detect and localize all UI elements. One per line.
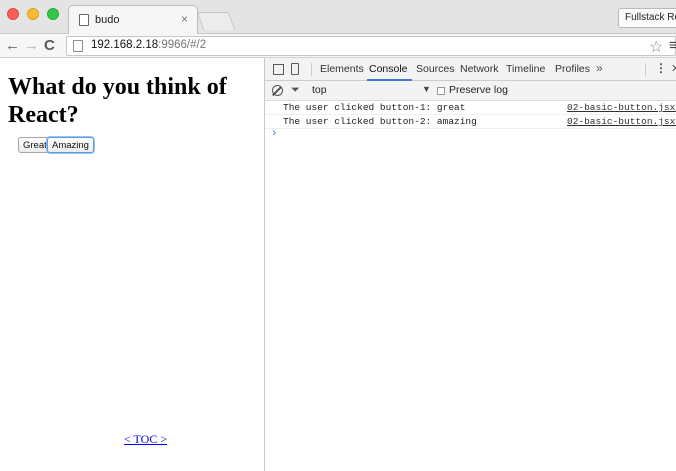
reload-icon[interactable]: C [44, 37, 55, 54]
page-icon [79, 14, 89, 26]
tab-network[interactable]: Network [460, 63, 499, 75]
tab-profiles[interactable]: Profiles [555, 63, 590, 75]
console-message-source-link[interactable]: 02-basic-button.jsx:11 [567, 115, 676, 128]
inspect-element-icon[interactable] [273, 64, 284, 75]
browser-toolbar: ← → C 192.168.2.18:9966/#/2 ☆ ≡ [0, 34, 676, 58]
bookmark-star-icon[interactable]: ☆ [649, 37, 663, 57]
tab-elements[interactable]: Elements [320, 63, 364, 75]
url-host: 192.168.2.18 [91, 39, 159, 51]
console-message: The user clicked button-2: amazing 02-ba… [265, 115, 676, 129]
browser-menu-icon[interactable]: ≡ [669, 37, 676, 54]
chevron-down-icon[interactable]: ▼ [422, 84, 431, 94]
console-output: The user clicked button-1: great 02-basi… [265, 101, 676, 140]
browser-tab[interactable]: budo × [68, 5, 198, 35]
page-icon [73, 40, 83, 52]
divider [311, 63, 312, 76]
tab-timeline[interactable]: Timeline [506, 63, 545, 75]
minimize-window-button[interactable] [27, 8, 39, 20]
maximize-window-button[interactable] [47, 8, 59, 20]
tab-close-icon[interactable]: × [181, 12, 188, 26]
console-message: The user clicked button-1: great 02-basi… [265, 101, 676, 115]
devtools-menu-icon[interactable]: ⋮ [655, 61, 667, 75]
devtools-tabbar: Elements Console Sources Network Timelin… [265, 58, 676, 81]
preserve-log-label: Preserve log [449, 84, 508, 96]
devtools-panel: Elements Console Sources Network Timelin… [264, 58, 676, 471]
address-bar[interactable]: 192.168.2.18:9966/#/2 ☆ ≡ [66, 36, 676, 56]
console-message-source-link[interactable]: 02-basic-button.jsx:11 [567, 101, 676, 114]
clear-console-icon[interactable] [272, 85, 283, 96]
devtools-close-icon[interactable]: ✕ [671, 62, 676, 75]
page-heading: What do you think of React? [8, 74, 227, 128]
console-message-text: The user clicked button-1: great [283, 102, 466, 113]
close-window-button[interactable] [7, 8, 19, 20]
url-text[interactable]: 192.168.2.18:9966/#/2 [91, 39, 206, 51]
new-tab-button[interactable] [196, 12, 236, 30]
forward-icon[interactable]: → [24, 37, 39, 54]
preserve-log-checkbox[interactable] [437, 87, 445, 95]
filter-icon[interactable]: ⏷ [291, 84, 300, 97]
browser-titlebar: budo × Fullstack React [0, 0, 676, 35]
tab-sources[interactable]: Sources [416, 63, 455, 75]
console-prompt[interactable]: › [271, 128, 278, 140]
back-icon[interactable]: ← [5, 37, 20, 54]
tab-title: budo [95, 14, 120, 26]
console-message-text: The user clicked button-2: amazing [283, 116, 477, 127]
context-selector[interactable]: top [312, 84, 327, 96]
amazing-button[interactable]: Amazing [47, 137, 94, 153]
console-toolbar: ⏷ top ▼ Preserve log [265, 81, 676, 101]
more-tabs-icon[interactable]: » [596, 61, 603, 75]
device-mode-icon[interactable] [291, 63, 299, 75]
divider [645, 63, 646, 76]
web-page: What do you think of React? Great Amazin… [0, 58, 264, 471]
toc-link[interactable]: < TOC > [124, 432, 167, 447]
url-path: :9966/#/2 [158, 39, 207, 51]
tab-console[interactable]: Console [369, 63, 408, 75]
profile-button[interactable]: Fullstack React [618, 8, 676, 28]
